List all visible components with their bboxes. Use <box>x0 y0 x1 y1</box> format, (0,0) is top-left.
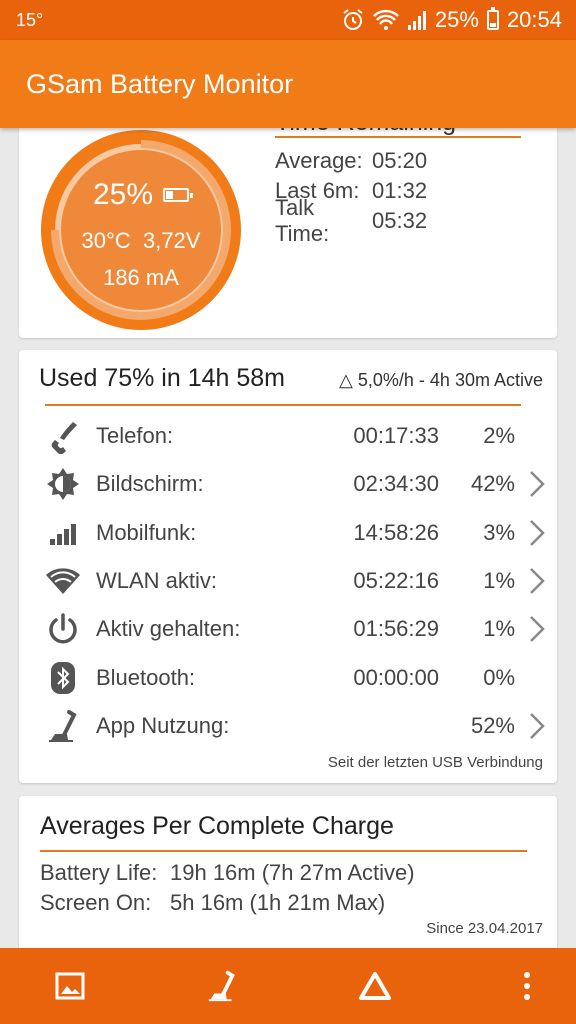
chevron-right-icon[interactable] <box>527 469 547 499</box>
battery-icon <box>163 188 194 202</box>
signal-icon <box>407 9 427 31</box>
usage-label: Bildschirm: <box>96 471 204 497</box>
averages-card[interactable]: Averages Per Complete Charge Battery Lif… <box>19 796 557 948</box>
usage-label: Mobilfunk: <box>96 519 197 545</box>
phone-icon <box>39 416 87 456</box>
alarm-icon <box>341 8 365 32</box>
wifi-icon <box>39 561 87 601</box>
usage-label: WLAN aktiv: <box>96 568 218 594</box>
usage-time: 00:00:00 <box>353 664 439 690</box>
row-value: 05:20 <box>372 148 428 173</box>
status-temperature: 15° <box>16 9 44 30</box>
usage-card[interactable]: Used 75% in 14h 58m △ 5,0%/h - 4h 30m Ac… <box>19 350 557 783</box>
usage-label: Telefon: <box>96 423 174 449</box>
usage-list: Telefon: 00:17:33 2% Bildschirm: 02:34:3… <box>39 412 549 750</box>
usage-rate: △ 5,0%/h - 4h 30m Active <box>339 370 543 390</box>
triangle-icon <box>359 972 391 1000</box>
app-title: GSam Battery Monitor <box>26 68 294 99</box>
time-remaining-list: Average: 05:20 Last 6m: 01:32 Talk Time:… <box>275 146 428 246</box>
averages-row: Screen On: 5h 16m (1h 21m Max) <box>40 888 415 918</box>
image-button[interactable] <box>50 966 90 1006</box>
usage-footer: Seit der letzten USB Verbindung <box>327 754 543 771</box>
usage-time: 14:58:26 <box>353 519 439 545</box>
gauge-current: 186 mA <box>103 265 179 290</box>
averages-row: Battery Life: 19h 16m (7h 27m Active) <box>40 858 415 888</box>
app-usage-icon <box>39 706 87 746</box>
usage-time: 00:17:33 <box>353 423 439 449</box>
row-value: 01:32 <box>372 178 428 203</box>
gauge-temperature: 30°C <box>81 228 131 253</box>
triangle-button[interactable] <box>355 966 395 1006</box>
usage-percent: 0% <box>483 664 515 690</box>
chevron-right-icon[interactable] <box>527 566 547 596</box>
usage-time: 02:34:30 <box>353 471 439 497</box>
divider <box>275 136 521 138</box>
wifi-icon <box>373 9 399 31</box>
usage-row-bluetooth[interactable]: Bluetooth: 00:00:00 0% <box>39 653 549 701</box>
gauge-percent: 25% <box>92 178 154 211</box>
more-vert-icon <box>524 972 530 1000</box>
bottom-action-bar <box>0 948 576 1024</box>
usage-row-aktiv-gehalten[interactable]: Aktiv gehalten: 01:56:29 1% <box>39 605 549 653</box>
gauge-readout: 25% 30°C 3,72V 186 mA <box>39 128 243 332</box>
row-label: Average: <box>275 148 363 173</box>
usage-row-wlan[interactable]: WLAN aktiv: 05:22:16 1% <box>39 557 549 605</box>
divider <box>45 404 521 406</box>
usage-time: 01:56:29 <box>353 616 439 642</box>
status-icons: 25% 20:54 <box>341 7 562 33</box>
row-label: Talk Time: <box>275 195 330 246</box>
usage-title: Used 75% in 14h 58m <box>39 364 285 392</box>
averages-footer: Since 23.04.2017 <box>426 920 543 937</box>
usage-row-bildschirm[interactable]: Bildschirm: 02:34:30 42% <box>39 460 549 508</box>
chevron-right-icon[interactable] <box>527 518 547 548</box>
row-label: Battery Life: <box>40 860 158 885</box>
chevron-right-icon[interactable] <box>527 614 547 644</box>
averages-title: Averages Per Complete Charge <box>40 812 394 840</box>
usage-row-app-nutzung[interactable]: App Nutzung: 52% <box>39 702 549 750</box>
usage-row-mobilfunk[interactable]: Mobilfunk: 14:58:26 3% <box>39 509 549 557</box>
more-options-button[interactable] <box>507 966 547 1006</box>
main-content[interactable]: 25% 30°C 3,72V 186 mA Time Remaining Ave… <box>0 128 576 948</box>
chevron-right-icon[interactable] <box>527 711 547 741</box>
battery-icon <box>486 7 499 30</box>
battery-summary-card[interactable]: 25% 30°C 3,72V 186 mA Time Remaining Ave… <box>19 128 557 338</box>
bluetooth-icon <box>39 658 87 698</box>
usage-percent: 3% <box>483 519 515 545</box>
status-bar: 15° 25% 20:54 <box>0 0 576 40</box>
usage-label: App Nutzung: <box>96 712 230 738</box>
brightness-icon <box>39 464 87 504</box>
gauge-voltage: 3,72V <box>142 228 201 253</box>
signal-bars-icon <box>39 513 87 553</box>
usage-label: Aktiv gehalten: <box>96 616 241 642</box>
app-bar: GSam Battery Monitor <box>0 40 576 128</box>
divider <box>40 850 527 852</box>
row-value: 5h 16m (1h 21m Max) <box>170 890 386 915</box>
usage-percent: 1% <box>483 568 515 594</box>
row-value: 05:32 <box>372 208 428 233</box>
row-value: 19h 16m (7h 27m Active) <box>170 860 415 885</box>
averages-list: Battery Life: 19h 16m (7h 27m Active) Sc… <box>40 858 415 918</box>
row-label: Screen On: <box>40 890 152 915</box>
usage-time: 05:22:16 <box>353 568 439 594</box>
usage-row-telefon[interactable]: Telefon: 00:17:33 2% <box>39 412 549 460</box>
status-battery-percent: 25% <box>434 7 479 32</box>
time-remaining-row: Talk Time: 05:32 <box>275 195 428 246</box>
app-usage-icon <box>208 970 235 1002</box>
usage-percent: 1% <box>483 616 515 642</box>
power-icon <box>39 609 87 649</box>
usage-label: Bluetooth: <box>96 664 196 690</box>
status-time: 20:54 <box>506 7 562 32</box>
time-remaining-row: Average: 05:20 <box>275 146 427 176</box>
usage-percent: 52% <box>470 712 515 738</box>
usage-percent: 42% <box>470 471 515 497</box>
app-usage-button[interactable] <box>202 966 242 1006</box>
image-icon <box>55 972 85 1000</box>
usage-percent: 2% <box>483 423 515 449</box>
